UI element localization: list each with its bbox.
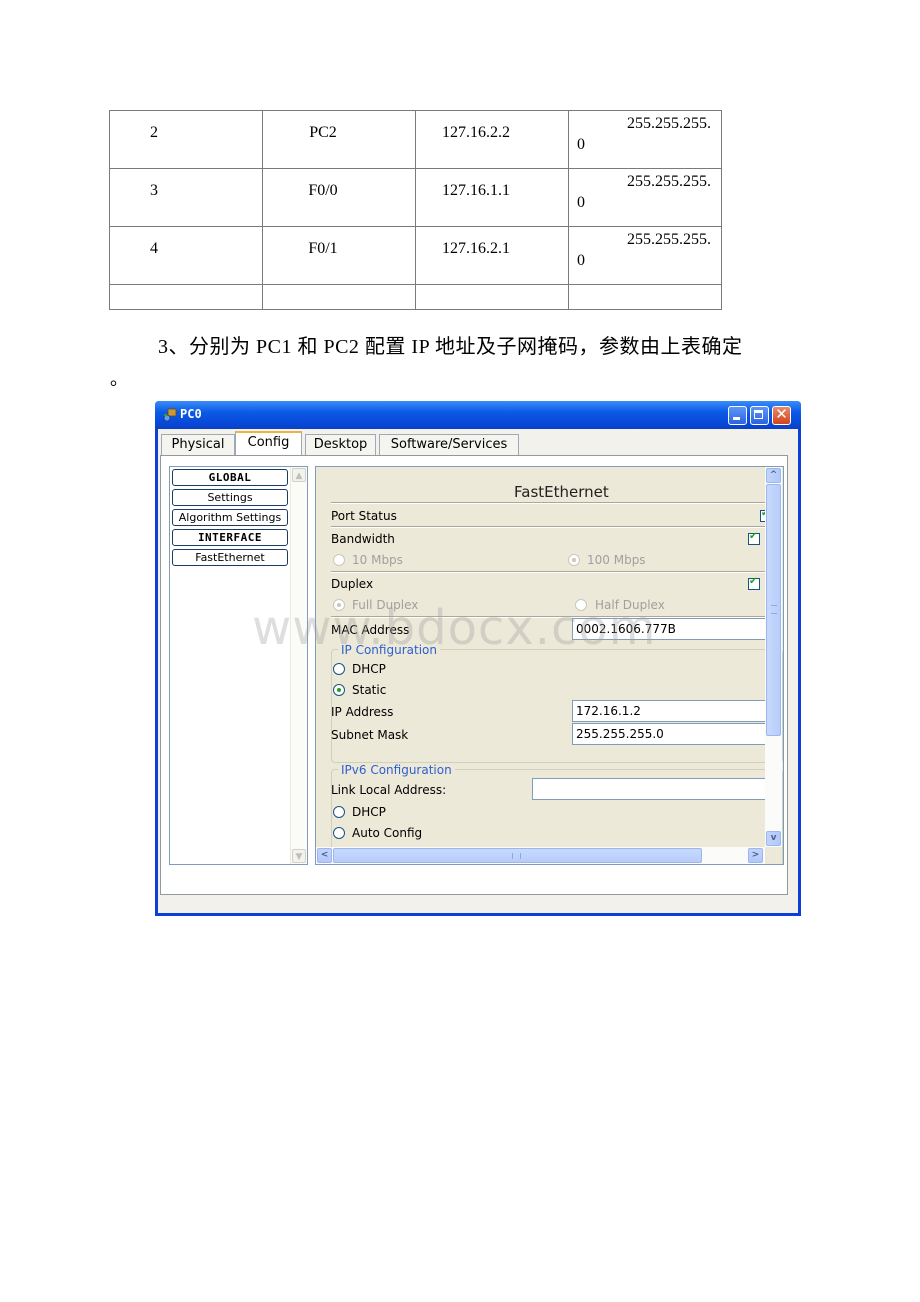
device-name: PC2 xyxy=(309,124,337,141)
subnet-mask-part2: 0 xyxy=(577,252,585,269)
ipv6-auto-config-radio[interactable] xyxy=(333,827,345,839)
subnet-mask-part2: 0 xyxy=(577,194,585,211)
pc0-window: PC0 ✕ Physical Config Desktop Software/S… xyxy=(155,401,801,916)
panel-horizontal-scrollbar[interactable]: < > xyxy=(316,847,765,864)
subnet-mask-field[interactable]: 255.255.255.0 xyxy=(572,723,772,745)
ipv6-dhcp-radio[interactable] xyxy=(333,806,345,818)
port-status-label: Port Status xyxy=(331,509,397,523)
paragraph-end-mark: 。 xyxy=(110,369,128,389)
bandwidth-auto-checkbox[interactable] xyxy=(748,531,760,545)
sidebar-item-settings[interactable]: Settings xyxy=(172,489,288,506)
sidebar-scrollbar[interactable]: ▲ ▼ xyxy=(290,467,307,864)
scroll-down-icon[interactable]: v xyxy=(766,831,781,846)
instruction-paragraph: 3、分别为 PC1 和 PC2 配置 IP 地址及子网掩码，参数由上表确定 xyxy=(158,336,743,358)
table-row: 3 F0/0 127.16.1.1 255.255.255. 0 xyxy=(109,168,722,227)
config-sidebar: GLOBAL Settings Algorithm Settings INTER… xyxy=(169,466,308,865)
panel-vertical-scrollbar[interactable]: ^ v xyxy=(765,467,782,847)
ipv6-auto-config-label: Auto Config xyxy=(352,826,423,840)
duplex-auto-checkbox[interactable] xyxy=(748,576,760,590)
window-title: PC0 xyxy=(180,407,202,421)
sidebar-item-interface[interactable]: INTERFACE xyxy=(172,529,288,546)
ip-address: 127.16.2.1 xyxy=(442,240,510,257)
bandwidth-10-radio[interactable] xyxy=(333,554,345,566)
horizontal-scroll-thumb[interactable] xyxy=(333,848,702,863)
ip-static-label: Static xyxy=(352,683,387,697)
panel-heading: FastEthernet xyxy=(514,483,609,501)
device-name: F0/1 xyxy=(308,240,338,257)
tab-config[interactable]: Config xyxy=(235,431,302,455)
tab-desktop[interactable]: Desktop xyxy=(305,434,376,455)
subnet-mask-part1: 255.255.255. xyxy=(627,231,711,248)
fastethernet-panel: FastEthernet Port Status Bandwidth 10 Mb… xyxy=(315,466,784,865)
pc-device-icon xyxy=(163,408,177,422)
mac-address-field[interactable]: 0002.1606.777B xyxy=(572,618,772,640)
ip-address-label: IP Address xyxy=(331,705,394,719)
scroll-up-icon[interactable]: ^ xyxy=(766,468,781,483)
row-number: 3 xyxy=(150,182,158,199)
full-duplex-label: Full Duplex xyxy=(352,598,419,612)
bandwidth-100-label: 100 Mbps xyxy=(587,553,646,567)
divider xyxy=(331,571,765,573)
grip-icon xyxy=(771,605,777,614)
vertical-scroll-thumb[interactable] xyxy=(766,484,781,736)
bandwidth-10-label: 10 Mbps xyxy=(352,553,403,567)
sidebar-item-fastethernet[interactable]: FastEthernet xyxy=(172,549,288,566)
ip-address-field[interactable]: 172.16.1.2 xyxy=(572,700,772,722)
ip-configuration-legend: IP Configuration xyxy=(338,643,440,657)
title-bar[interactable]: PC0 ✕ xyxy=(155,401,801,429)
row-number: 2 xyxy=(150,124,158,141)
bandwidth-100-radio[interactable] xyxy=(568,554,580,566)
device-name: F0/0 xyxy=(308,182,338,199)
subnet-mask-label: Subnet Mask xyxy=(331,728,409,742)
ip-address-table: 2 PC2 127.16.2.2 255.255.255. 0 3 F0/0 12… xyxy=(109,110,722,310)
minimize-icon xyxy=(733,417,740,420)
scroll-up-icon[interactable]: ▲ xyxy=(292,468,306,482)
maximize-icon xyxy=(754,410,763,419)
scroll-down-icon[interactable]: ▼ xyxy=(292,849,306,863)
subnet-mask-part1: 255.255.255. xyxy=(627,173,711,190)
close-button[interactable]: ✕ xyxy=(772,405,791,425)
window-client-area: Physical Config Desktop Software/Service… xyxy=(158,429,798,913)
subnet-mask-part1: 255.255.255. xyxy=(627,115,711,132)
ip-dhcp-radio[interactable] xyxy=(333,663,345,675)
ipv6-dhcp-label: DHCP xyxy=(352,805,386,819)
close-icon: ✕ xyxy=(775,405,788,423)
ip-address: 127.16.1.1 xyxy=(442,182,510,199)
divider xyxy=(331,526,765,528)
table-row: 4 F0/1 127.16.2.1 255.255.255. 0 xyxy=(109,226,722,285)
maximize-button[interactable] xyxy=(750,406,769,425)
link-local-address-field[interactable] xyxy=(532,778,772,800)
sidebar-item-algorithm-settings[interactable]: Algorithm Settings xyxy=(172,509,288,526)
minimize-button[interactable] xyxy=(728,406,747,425)
duplex-label: Duplex xyxy=(331,577,374,591)
scroll-right-icon[interactable]: > xyxy=(748,848,763,863)
tab-software-services[interactable]: Software/Services xyxy=(379,434,519,455)
table-row: 2 PC2 127.16.2.2 255.255.255. 0 xyxy=(109,110,722,169)
mac-address-label: MAC Address xyxy=(331,623,410,637)
grip-icon xyxy=(512,853,521,859)
ip-static-radio[interactable] xyxy=(333,684,345,696)
row-number: 4 xyxy=(150,240,158,257)
ip-dhcp-label: DHCP xyxy=(352,662,386,676)
bandwidth-label: Bandwidth xyxy=(331,532,395,546)
half-duplex-radio[interactable] xyxy=(575,599,587,611)
sidebar-item-global[interactable]: GLOBAL xyxy=(172,469,288,486)
ip-address: 127.16.2.2 xyxy=(442,124,510,141)
link-local-address-label: Link Local Address: xyxy=(331,783,447,797)
scroll-left-icon[interactable]: < xyxy=(317,848,332,863)
subnet-mask-part2: 0 xyxy=(577,136,585,153)
full-duplex-radio[interactable] xyxy=(333,599,345,611)
tab-physical[interactable]: Physical xyxy=(161,434,235,455)
table-row-empty xyxy=(109,284,722,310)
divider xyxy=(331,502,765,504)
half-duplex-label: Half Duplex xyxy=(595,598,665,612)
ipv6-configuration-legend: IPv6 Configuration xyxy=(338,763,455,777)
